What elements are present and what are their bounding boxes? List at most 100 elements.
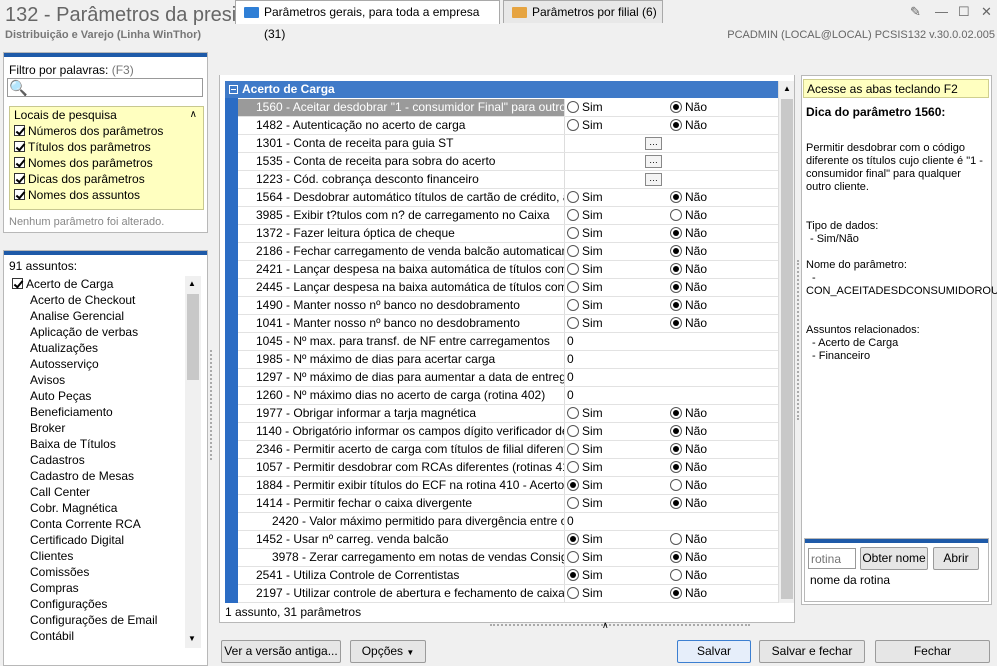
param-row[interactable]: 2186 - Fechar carregamento de venda balc… bbox=[238, 243, 778, 261]
param-value[interactable]: 0 bbox=[565, 369, 778, 386]
radio-sim[interactable]: Sim bbox=[567, 586, 603, 602]
radio-sim[interactable]: Sim bbox=[567, 568, 603, 584]
param-row[interactable]: 1452 - Usar nº carreg. venda balcão Sim Nã… bbox=[238, 531, 778, 549]
chevron-up-icon[interactable]: ∧ bbox=[602, 620, 609, 631]
param-value[interactable]: 0 bbox=[565, 513, 778, 530]
param-value[interactable]: Sim Não bbox=[565, 225, 778, 242]
param-row[interactable]: 1041 - Manter nosso nº banco no desdobra… bbox=[238, 315, 778, 333]
radio-sim[interactable]: Sim bbox=[567, 280, 603, 296]
radio-nao[interactable]: Não bbox=[670, 244, 707, 260]
checkbox-icon[interactable] bbox=[14, 173, 25, 184]
radio-nao[interactable]: Não bbox=[670, 208, 707, 224]
tab-branch-params[interactable]: Parâmetros por filial (6) bbox=[503, 0, 663, 23]
param-value[interactable]: Sim Não bbox=[565, 531, 778, 548]
search-location-option[interactable]: Nomes dos parâmetros bbox=[10, 155, 203, 171]
param-value[interactable]: … bbox=[565, 171, 778, 188]
radio-sim[interactable]: Sim bbox=[567, 316, 603, 332]
param-row[interactable]: 3978 - Zerar carregamento em notas de ve… bbox=[238, 549, 778, 567]
param-row[interactable]: 1490 - Manter nosso nº banco no desdobra… bbox=[238, 297, 778, 315]
param-value[interactable]: Sim Não bbox=[565, 243, 778, 260]
radio-nao[interactable]: Não bbox=[670, 190, 707, 206]
param-row[interactable]: 2541 - Utiliza Controle de Correntistas S… bbox=[238, 567, 778, 585]
scroll-down-icon[interactable]: ▼ bbox=[188, 634, 196, 643]
radio-nao[interactable]: Não bbox=[670, 100, 707, 116]
subject-item[interactable]: Acerto de Checkout bbox=[4, 292, 201, 308]
search-location-option[interactable]: Títulos dos parâmetros bbox=[10, 139, 203, 155]
radio-sim[interactable]: Sim bbox=[567, 406, 603, 422]
subject-item[interactable]: Baixa de Títulos bbox=[4, 436, 201, 452]
subject-item[interactable]: Autosserviço bbox=[4, 356, 201, 372]
radio-nao[interactable]: Não bbox=[670, 406, 707, 422]
save-and-close-button[interactable]: Salvar e fechar bbox=[759, 640, 865, 663]
param-value[interactable]: Sim Não bbox=[565, 315, 778, 332]
subject-item[interactable]: Contábil bbox=[4, 628, 201, 644]
subjects-scrollbar[interactable]: ▲ ▼ bbox=[185, 276, 201, 648]
param-row[interactable]: 1260 - Nº máximo dias no acerto de carga… bbox=[238, 387, 778, 405]
radio-nao[interactable]: Não bbox=[670, 118, 707, 134]
radio-sim[interactable]: Sim bbox=[567, 298, 603, 314]
param-row[interactable]: 1985 - Nº máximo de dias para acertar ca… bbox=[238, 351, 778, 369]
radio-sim[interactable]: Sim bbox=[567, 424, 603, 440]
collapse-group-icon[interactable] bbox=[229, 85, 238, 94]
radio-nao[interactable]: Não bbox=[670, 478, 707, 494]
checkbox-icon[interactable] bbox=[14, 125, 25, 136]
close-button[interactable]: Fechar bbox=[875, 640, 990, 663]
param-row[interactable]: 1482 - Autenticação no acerto de carga Si… bbox=[238, 117, 778, 135]
get-name-button[interactable]: Obter nome bbox=[860, 547, 928, 570]
subjects-list[interactable]: Acerto de Carga Acerto de Checkout Analise… bbox=[4, 276, 201, 648]
param-value[interactable]: Sim Não bbox=[565, 99, 778, 116]
subject-item[interactable]: Acerto de Carga bbox=[4, 276, 201, 292]
subject-item[interactable]: Aplicação de verbas bbox=[4, 324, 201, 340]
radio-sim[interactable]: Sim bbox=[567, 118, 603, 134]
subject-item[interactable]: Configurações de Email bbox=[4, 612, 201, 628]
param-row[interactable]: 2346 - Permitir acerto de carga com títu… bbox=[238, 441, 778, 459]
routine-input[interactable] bbox=[808, 548, 856, 569]
param-row[interactable]: 2445 - Lançar despesa na baixa automátic… bbox=[238, 279, 778, 297]
checkbox-icon[interactable] bbox=[14, 157, 25, 168]
filter-search-input[interactable] bbox=[7, 78, 203, 97]
radio-nao[interactable]: Não bbox=[670, 424, 707, 440]
radio-nao[interactable]: Não bbox=[670, 568, 707, 584]
radio-nao[interactable]: Não bbox=[670, 550, 707, 566]
subject-item[interactable]: Cadastro de Mesas bbox=[4, 468, 201, 484]
param-value[interactable]: Sim Não bbox=[565, 459, 778, 476]
param-row[interactable]: 1564 - Desdobrar automático títulos de c… bbox=[238, 189, 778, 207]
radio-nao[interactable]: Não bbox=[670, 442, 707, 458]
param-row[interactable]: 1884 - Permitir exibir títulos do ECF na… bbox=[238, 477, 778, 495]
subject-item[interactable]: Cadastros bbox=[4, 452, 201, 468]
subject-item[interactable]: Cobr. Magnética bbox=[4, 500, 201, 516]
subject-item[interactable]: Clientes bbox=[4, 548, 201, 564]
param-row[interactable]: 1223 - Cód. cobrança desconto financeiro… bbox=[238, 171, 778, 189]
maximize-icon[interactable]: ☐ bbox=[958, 4, 970, 20]
ellipsis-button[interactable]: … bbox=[645, 155, 662, 168]
radio-sim[interactable]: Sim bbox=[567, 226, 603, 242]
param-row[interactable]: 1535 - Conta de receita para sobra do ac… bbox=[238, 153, 778, 171]
param-row[interactable]: 1297 - Nº máximo de dias para aumentar a… bbox=[238, 369, 778, 387]
ellipsis-button[interactable]: … bbox=[645, 173, 662, 186]
radio-sim[interactable]: Sim bbox=[567, 478, 603, 494]
radio-sim[interactable]: Sim bbox=[567, 550, 603, 566]
radio-nao[interactable]: Não bbox=[670, 298, 707, 314]
param-value[interactable]: Sim Não bbox=[565, 405, 778, 422]
subject-item[interactable]: Compras bbox=[4, 580, 201, 596]
radio-nao[interactable]: Não bbox=[670, 226, 707, 242]
param-row[interactable]: 2197 - Utilizar controle de abertura e f… bbox=[238, 585, 778, 603]
search-location-option[interactable]: Dicas dos parâmetros bbox=[10, 171, 203, 187]
radio-sim[interactable]: Sim bbox=[567, 532, 603, 548]
save-button[interactable]: Salvar bbox=[677, 640, 751, 663]
radio-nao[interactable]: Não bbox=[670, 280, 707, 296]
subjects-scroll-thumb[interactable] bbox=[187, 294, 199, 380]
left-splitter[interactable] bbox=[210, 350, 216, 460]
radio-nao[interactable]: Não bbox=[670, 496, 707, 512]
subject-item[interactable]: Analise Gerencial bbox=[4, 308, 201, 324]
param-row[interactable]: 2420 - Valor máximo permitido para diver… bbox=[238, 513, 778, 531]
subject-item[interactable]: Configurações bbox=[4, 596, 201, 612]
bottom-splitter[interactable]: ∧ bbox=[490, 620, 750, 632]
param-row[interactable]: 1560 - Aceitar desdobrar "1 - consumidor… bbox=[238, 99, 778, 117]
param-row[interactable]: 1372 - Fazer leitura óptica de cheque Sim… bbox=[238, 225, 778, 243]
radio-sim[interactable]: Sim bbox=[567, 442, 603, 458]
open-button[interactable]: Abrir bbox=[933, 547, 979, 570]
scroll-up-icon[interactable]: ▲ bbox=[783, 84, 791, 93]
grid-scrollbar[interactable]: ▲ bbox=[778, 81, 794, 603]
param-value[interactable]: 0 bbox=[565, 333, 778, 350]
